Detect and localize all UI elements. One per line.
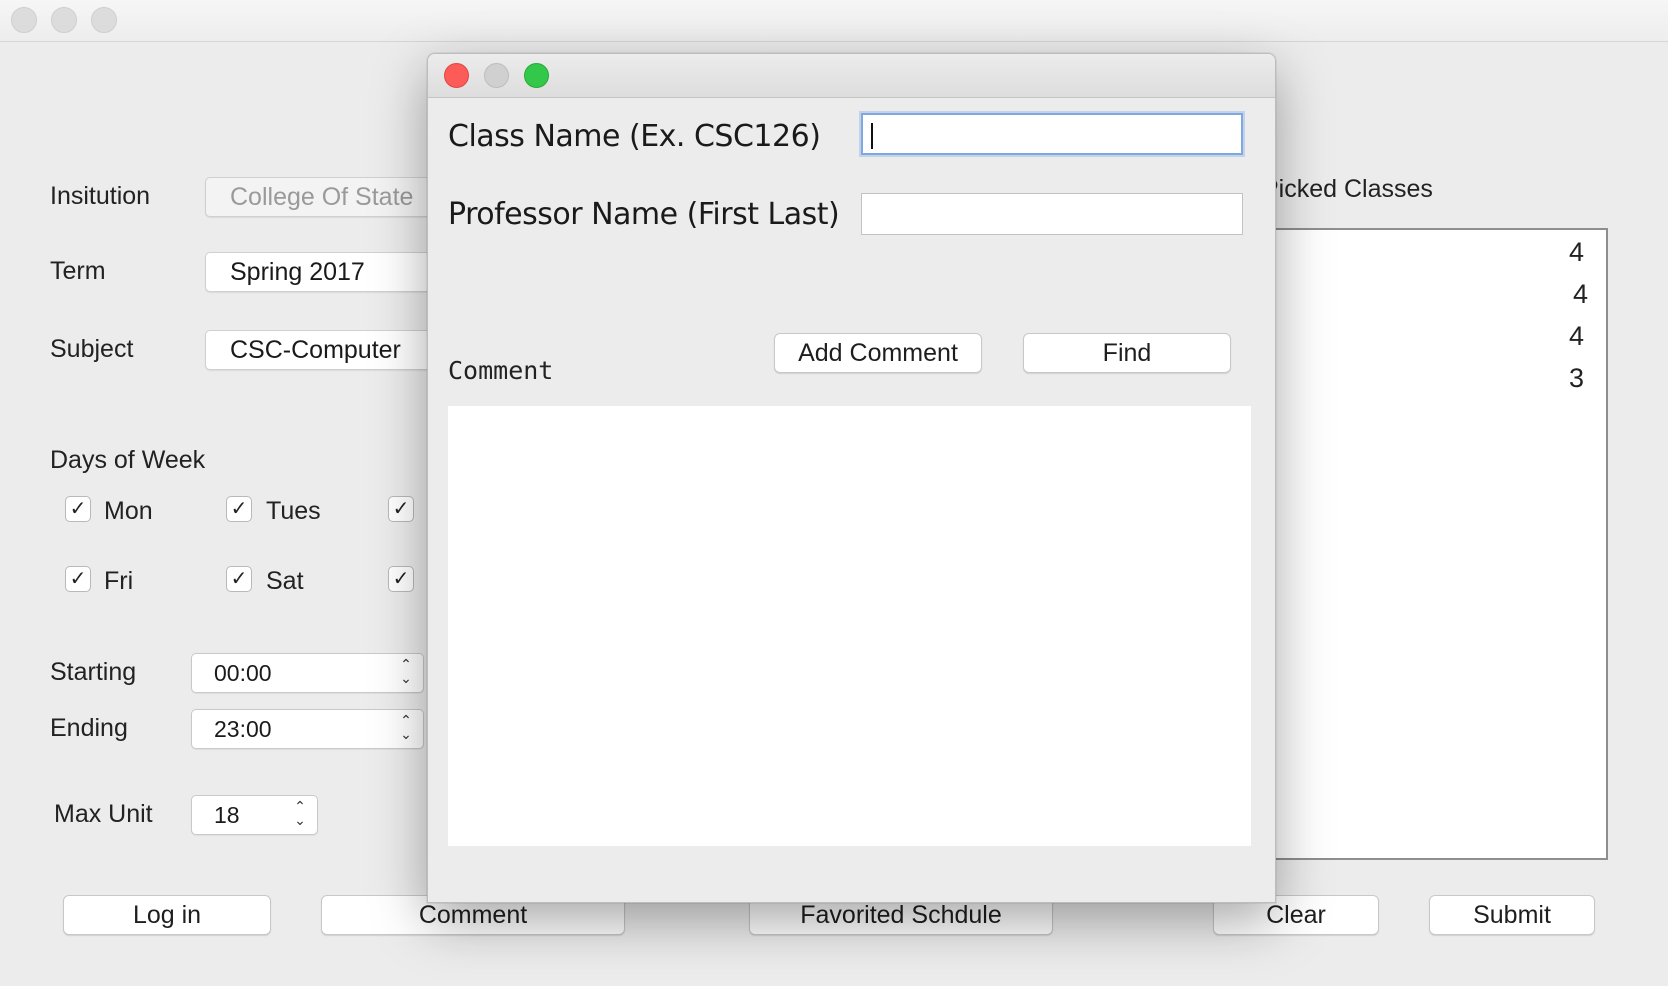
max-unit-label: Max Unit <box>54 800 153 828</box>
max-unit-spinner[interactable]: 18 ⌃ ⌄ <box>191 795 318 835</box>
log-in-button[interactable]: Log in <box>63 895 271 935</box>
comment-dialog: Class Name (Ex. CSC126) Professor Name (… <box>427 53 1276 903</box>
list-item[interactable]: 3 <box>1569 363 1584 394</box>
class-name-input[interactable] <box>861 113 1243 155</box>
ending-time-spinner[interactable]: 23:00 ⌃ ⌄ <box>191 709 424 749</box>
picked-classes-list[interactable]: 4 4 4 3 <box>1230 228 1608 860</box>
starting-time-spinner[interactable]: 00:00 ⌃ ⌄ <box>191 653 424 693</box>
minimize-icon <box>484 63 509 88</box>
term-dropdown[interactable]: Spring 2017 <box>205 252 445 292</box>
subject-dropdown[interactable]: CSC-Computer <box>205 330 445 370</box>
find-button[interactable]: Find <box>1023 333 1231 373</box>
list-item[interactable]: 4 <box>1569 321 1584 352</box>
comment-label: Comment <box>448 356 554 385</box>
starting-time-value: 00:00 <box>214 660 272 686</box>
subject-label: Subject <box>50 335 134 363</box>
main-close-button[interactable] <box>11 7 37 33</box>
tues-label: Tues <box>266 497 321 525</box>
days-of-week-label: Days of Week <box>50 446 206 474</box>
institution-label: Insitution <box>50 182 151 210</box>
sun-checkbox[interactable]: ✓ <box>388 566 414 592</box>
dialog-titlebar <box>428 54 1275 98</box>
submit-button[interactable]: Submit <box>1429 895 1595 935</box>
list-item[interactable]: 4 <box>1569 237 1584 268</box>
main-window-titlebar <box>0 0 1668 42</box>
professor-name-label: Professor Name (First Last) <box>448 197 840 232</box>
institution-field[interactable]: College Of State <box>205 177 445 217</box>
ending-time-value: 23:00 <box>214 716 272 742</box>
main-zoom-button[interactable] <box>91 7 117 33</box>
wed-checkbox[interactable]: ✓ <box>388 496 414 522</box>
close-icon[interactable] <box>444 63 469 88</box>
mon-label: Mon <box>104 497 153 525</box>
max-unit-value: 18 <box>214 802 240 828</box>
add-comment-button[interactable]: Add Comment <box>774 333 982 373</box>
fri-label: Fri <box>104 567 134 595</box>
sat-label: Sat <box>266 567 304 595</box>
comment-textarea[interactable] <box>448 406 1251 846</box>
mon-checkbox[interactable]: ✓ <box>65 496 91 522</box>
class-name-label: Class Name (Ex. CSC126) <box>448 119 821 154</box>
text-caret <box>871 123 873 149</box>
term-label: Term <box>50 257 106 285</box>
picked-classes-label: Picked Classes <box>1262 175 1433 203</box>
fri-checkbox[interactable]: ✓ <box>65 566 91 592</box>
up-down-arrows-icon[interactable]: ⌃ ⌄ <box>397 713 415 745</box>
tues-checkbox[interactable]: ✓ <box>226 496 252 522</box>
up-down-arrows-icon[interactable]: ⌃ ⌄ <box>397 657 415 689</box>
ending-label: Ending <box>50 714 128 742</box>
list-item[interactable]: 4 <box>1573 279 1588 310</box>
sat-checkbox[interactable]: ✓ <box>226 566 252 592</box>
starting-label: Starting <box>50 658 137 686</box>
up-down-arrows-icon[interactable]: ⌃ ⌄ <box>291 799 309 831</box>
maximize-icon[interactable] <box>524 63 549 88</box>
professor-name-input[interactable] <box>861 193 1243 235</box>
main-minimize-button[interactable] <box>51 7 77 33</box>
